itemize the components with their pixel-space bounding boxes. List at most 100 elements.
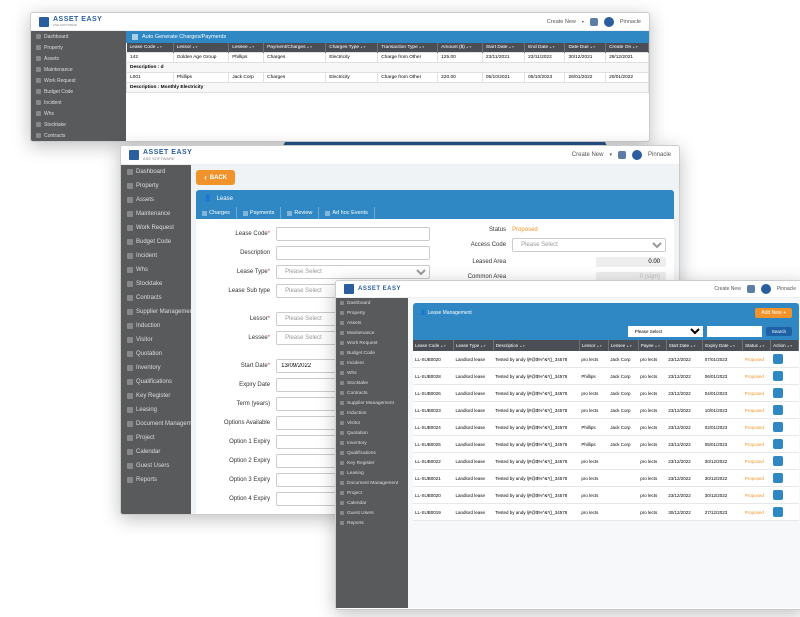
edit-button[interactable] — [773, 473, 783, 483]
edit-button[interactable] — [773, 490, 783, 500]
sidebar-item-visitor[interactable]: Visitor — [121, 333, 191, 347]
col-header[interactable]: Payment/Charges▲▼ — [264, 43, 326, 53]
col-header[interactable]: Lessor▲▼ — [579, 340, 608, 351]
sidebar-item-whs[interactable]: Whs — [31, 108, 126, 119]
table-row[interactable]: LL-SUB0023Landlord leaseTested by andy l… — [413, 402, 799, 419]
sidebar-item-reports[interactable]: Reports — [121, 473, 191, 487]
table-row[interactable]: LL-SUB0022Landlord leaseTested by andy l… — [413, 453, 799, 470]
col-header[interactable]: Lease Type▲▼ — [453, 340, 493, 351]
sidebar-item-project[interactable]: Project — [336, 488, 408, 498]
back-button[interactable]: BACK — [196, 170, 235, 185]
edit-button[interactable] — [773, 354, 783, 364]
col-header[interactable]: Start Date▲▼ — [666, 340, 703, 351]
sidebar-item-guest-users[interactable]: Guest Users — [336, 508, 408, 518]
lease-type-select[interactable]: Please Select — [276, 265, 430, 279]
table-row[interactable]: LL-SUB0028Landlord leaseTested by andy l… — [413, 368, 799, 385]
sidebar-item-supplier-management[interactable]: Supplier Management — [336, 398, 408, 408]
brand[interactable]: ASSET EASY ASE SOFTWARE — [39, 16, 102, 27]
bell-icon[interactable] — [747, 285, 755, 293]
sidebar-item-budget-code[interactable]: Budget Code — [31, 86, 126, 97]
col-header[interactable]: Lessor▲▼ — [173, 43, 229, 53]
add-new-button[interactable]: Add New + — [755, 308, 792, 318]
sidebar-item-budget-code[interactable]: Budget Code — [121, 235, 191, 249]
bell-icon[interactable] — [618, 151, 626, 159]
col-header[interactable]: Lease Code▲▼ — [413, 340, 453, 351]
subtab-charges[interactable]: Charges — [196, 207, 237, 219]
col-header[interactable]: Date Due▲▼ — [565, 43, 606, 53]
sidebar-item-leasing[interactable]: Leasing — [121, 403, 191, 417]
subtab-review[interactable]: Review — [281, 207, 319, 219]
sidebar-item-project[interactable]: Project — [121, 431, 191, 445]
sidebar-item-key-register[interactable]: Key Register — [336, 458, 408, 468]
sidebar-item-budget-code[interactable]: Budget Code — [336, 348, 408, 358]
filter-select[interactable]: Please Select — [628, 326, 703, 337]
sidebar-item-supplier-management[interactable]: Supplier Management — [121, 305, 191, 319]
sidebar-item-assets[interactable]: Assets — [121, 193, 191, 207]
table-row[interactable]: LL-SUB0021Landlord leaseTested by andy l… — [413, 470, 799, 487]
sidebar-item-quotation[interactable]: Quotation — [121, 347, 191, 361]
edit-button[interactable] — [773, 456, 783, 466]
col-header[interactable]: Amount ($)▲▼ — [438, 43, 483, 53]
col-header[interactable]: Lessee▲▼ — [608, 340, 638, 351]
table-row[interactable]: L001PhillipsJack CorpChargesElectricityC… — [127, 73, 649, 83]
sidebar-item-stocktake[interactable]: Stocktake — [121, 277, 191, 291]
sidebar-item-whs[interactable]: Whs — [336, 368, 408, 378]
sidebar-item-incident[interactable]: Incident — [336, 358, 408, 368]
col-header[interactable]: Charges Type▲▼ — [326, 43, 378, 53]
search-button[interactable]: Search — [766, 327, 792, 336]
subtab-ad-hoc-events[interactable]: Ad hoc Events — [319, 207, 374, 219]
sidebar-item-visitor[interactable]: Visitor — [336, 418, 408, 428]
avatar[interactable] — [632, 150, 642, 160]
col-header[interactable]: Status▲▼ — [743, 340, 771, 351]
sidebar-item-reports[interactable]: Reports — [336, 518, 408, 528]
edit-button[interactable] — [773, 371, 783, 381]
sidebar-item-leasing[interactable]: Leasing — [336, 468, 408, 478]
sidebar-item-contracts[interactable]: Contracts — [121, 291, 191, 305]
sidebar-item-inventory[interactable]: Inventory — [121, 361, 191, 375]
sidebar-item-guest-users[interactable]: Guest Users — [121, 459, 191, 473]
sidebar-item-maintenance[interactable]: Maintenance — [31, 64, 126, 75]
edit-button[interactable] — [773, 507, 783, 517]
create-new-link[interactable]: Create New — [572, 152, 604, 158]
sidebar-item-calendar[interactable]: Calendar — [121, 445, 191, 459]
sidebar-item-dashboard[interactable]: Dashboard — [336, 298, 408, 308]
sidebar-item-inventory[interactable]: Inventory — [336, 438, 408, 448]
avatar[interactable] — [604, 17, 614, 27]
sidebar-item-property[interactable]: Property — [336, 308, 408, 318]
sidebar-item-calendar[interactable]: Calendar — [336, 498, 408, 508]
sidebar-item-assets[interactable]: Assets — [31, 53, 126, 64]
table-row[interactable]: LL-SUB0026Landlord leaseTested by andy l… — [413, 385, 799, 402]
create-new-link[interactable]: Create New — [547, 19, 576, 25]
sidebar-item-document-management[interactable]: Document Management — [121, 417, 191, 431]
sidebar-item-quotation[interactable]: Quotation — [336, 428, 408, 438]
avatar[interactable] — [761, 284, 771, 294]
create-new-link[interactable]: Create New — [714, 286, 740, 292]
sidebar-item-whs[interactable]: Whs — [121, 263, 191, 277]
subtab-payments[interactable]: Payments — [237, 207, 281, 219]
col-header[interactable]: Payee▲▼ — [638, 340, 666, 351]
sidebar-item-dashboard[interactable]: Dashboard — [31, 31, 126, 42]
sidebar-item-maintenance[interactable]: Maintenance — [336, 328, 408, 338]
sidebar-item-assets[interactable]: Assets — [336, 318, 408, 328]
table-row[interactable]: LL-SUB0019Landlord leaseTested by andy l… — [413, 504, 799, 521]
sidebar-item-work-request[interactable]: Work Request — [31, 75, 126, 86]
sidebar-item-stocktake[interactable]: Stocktake — [336, 378, 408, 388]
col-header[interactable]: Action▲▼ — [771, 340, 799, 351]
col-header[interactable]: Transaction Type▲▼ — [378, 43, 438, 53]
sidebar-item-incident[interactable]: Incident — [121, 249, 191, 263]
sidebar-item-key-register[interactable]: Key Register — [121, 389, 191, 403]
sidebar-item-maintenance[interactable]: Maintenance — [121, 207, 191, 221]
col-header[interactable]: Lease Code▲▼ — [127, 43, 174, 53]
sidebar-item-contracts[interactable]: Contracts — [31, 130, 126, 141]
sidebar-item-document-management[interactable]: Document Management — [336, 478, 408, 488]
col-header[interactable]: Start Date▲▼ — [482, 43, 524, 53]
edit-button[interactable] — [773, 405, 783, 415]
col-header[interactable]: End Date▲▼ — [525, 43, 565, 53]
table-row[interactable]: 142Golden Age GroupPhillipsChargesElectr… — [127, 53, 649, 63]
sidebar-item-qualifications[interactable]: Qualifications — [121, 375, 191, 389]
table-row[interactable]: LL-SUB0024Landlord leaseTested by andy l… — [413, 419, 799, 436]
sidebar-item-qualifications[interactable]: Qualifications — [336, 448, 408, 458]
col-header[interactable]: Description▲▼ — [493, 340, 579, 351]
table-row[interactable]: LL-SUB0020Landlord leaseTested by andy l… — [413, 487, 799, 504]
brand[interactable]: ASSET EASY — [344, 284, 401, 294]
